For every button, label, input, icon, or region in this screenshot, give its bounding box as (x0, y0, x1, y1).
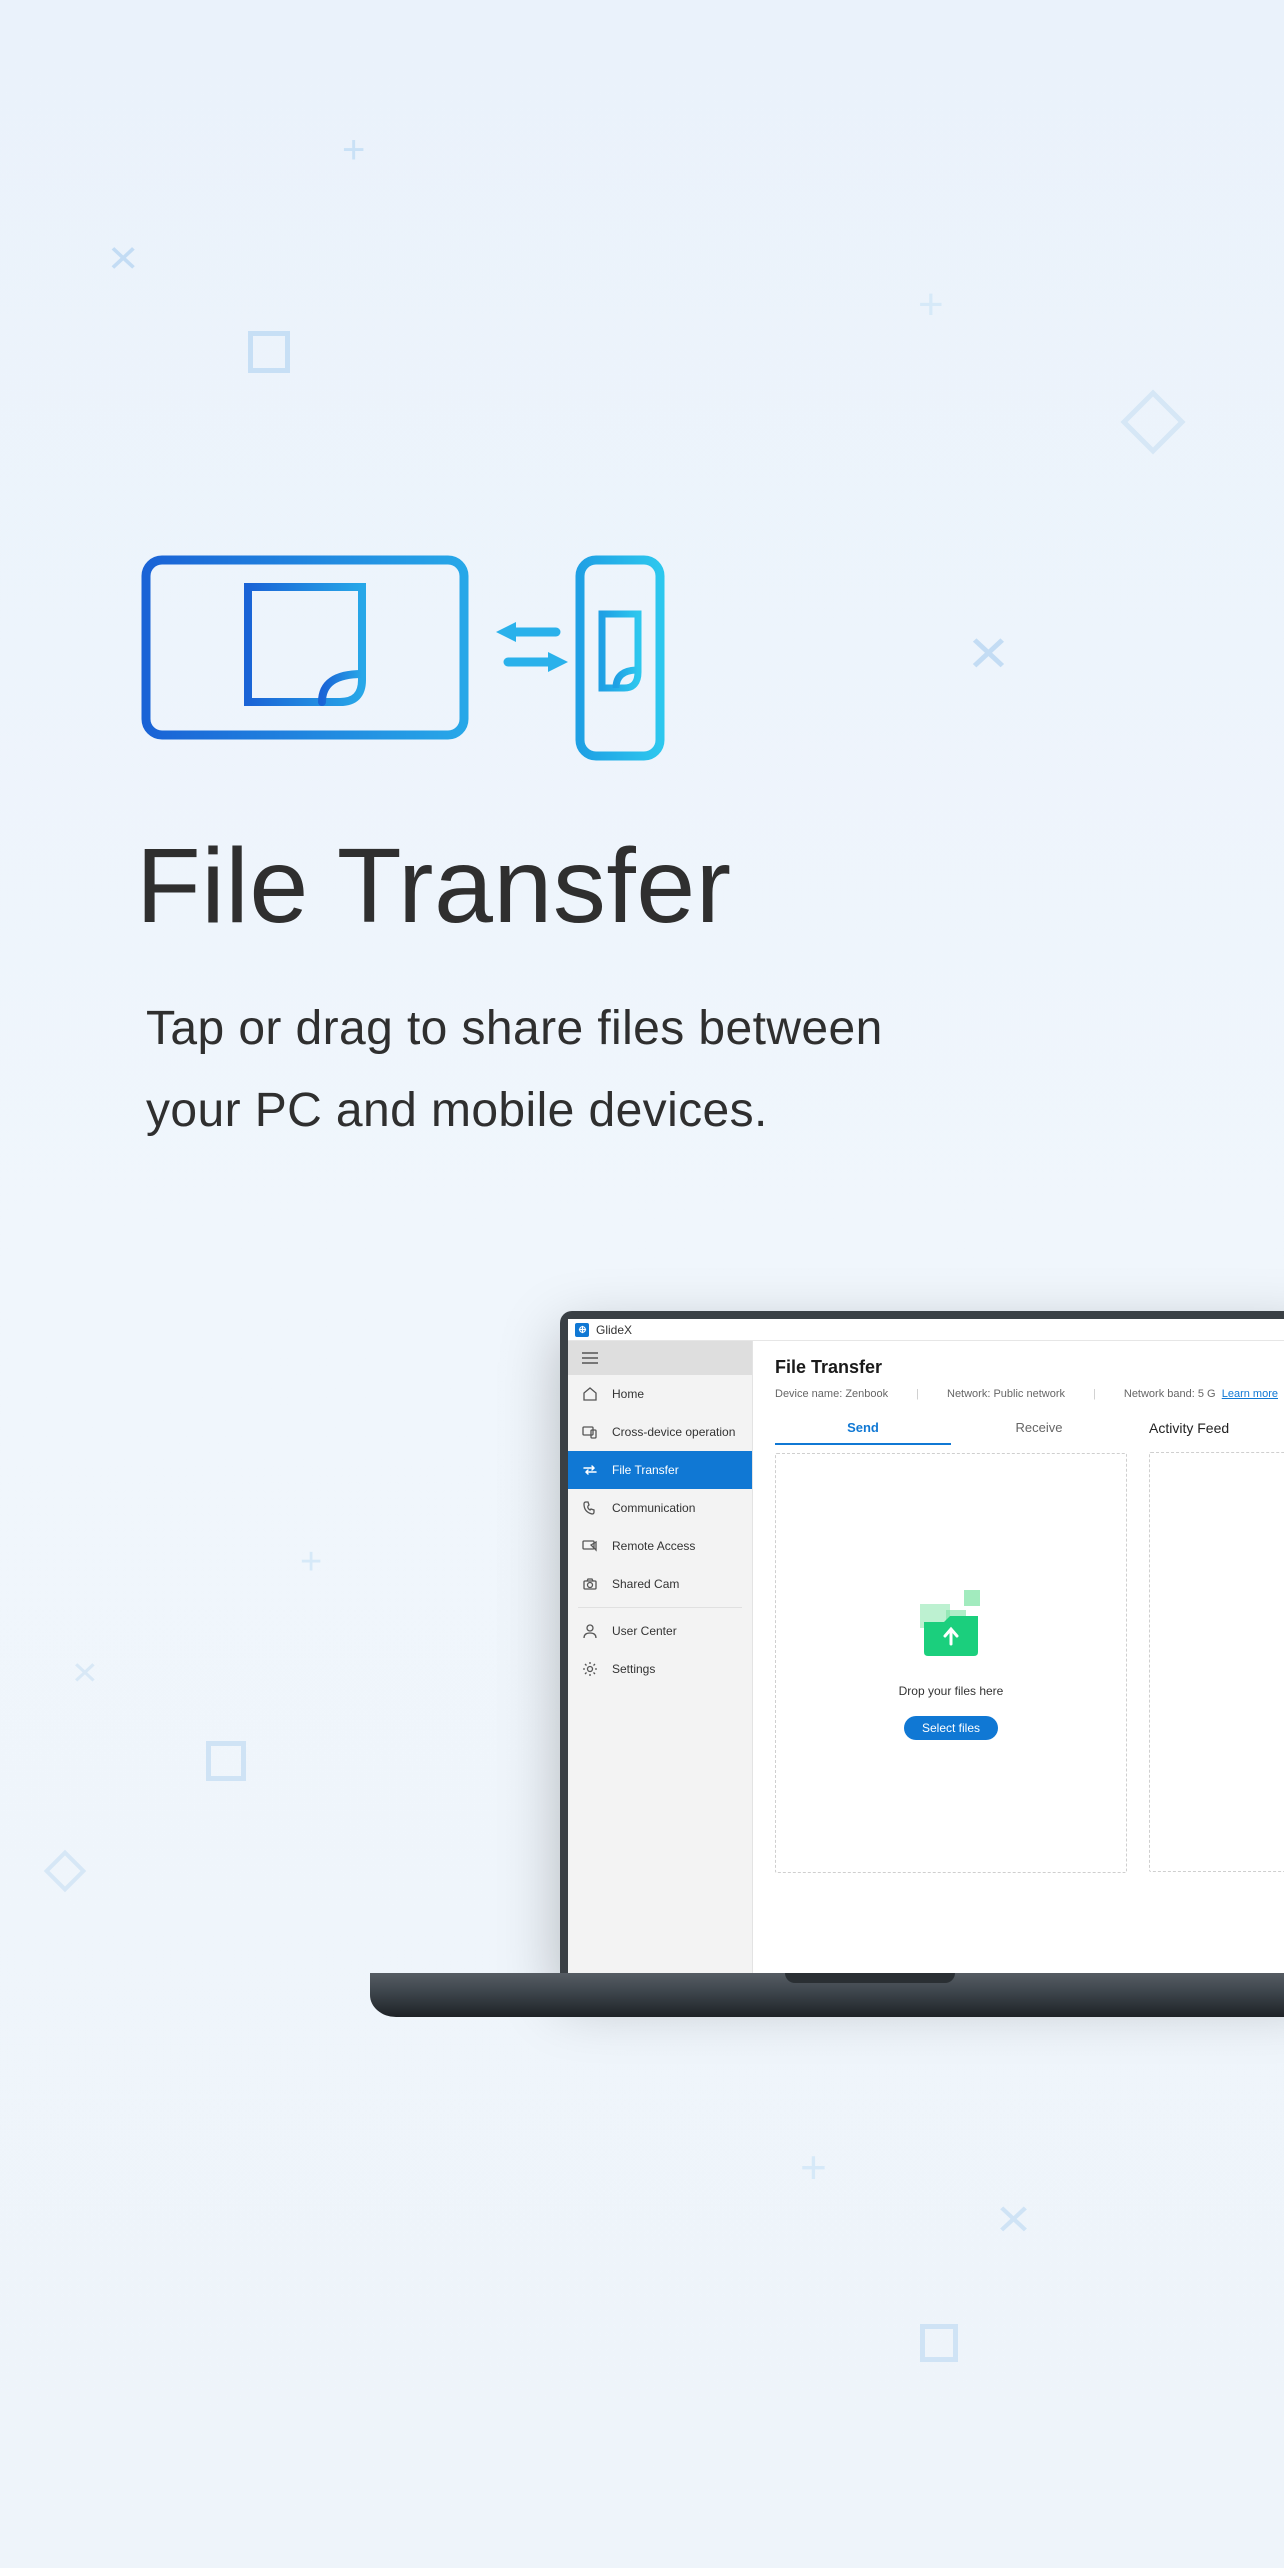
sidebar-item-communication[interactable]: Communication (568, 1489, 752, 1527)
upload-folder-icon (906, 1586, 996, 1666)
devices-icon (582, 1424, 598, 1440)
decoration-square (248, 331, 290, 373)
decoration-square (920, 2324, 958, 2362)
phone-icon (582, 1500, 598, 1516)
sidebar-item-label: File Transfer (612, 1463, 679, 1477)
select-files-button[interactable]: Select files (904, 1716, 998, 1740)
decoration-square (206, 1741, 246, 1781)
device-info-row: Device name: Zenbook | Network: Public n… (775, 1388, 1284, 1400)
file-transfer-hero-icon (128, 552, 668, 767)
decoration-diamond (1120, 389, 1185, 454)
decoration-x: × (108, 230, 138, 286)
transfer-tabs: Send Receive (775, 1414, 1127, 1445)
window-title: GlideX (596, 1323, 632, 1337)
sidebar-divider (578, 1607, 742, 1608)
decoration-x: × (968, 615, 1009, 689)
learn-more-link[interactable]: Learn more (1222, 1388, 1278, 1400)
sidebar-item-remote-access[interactable]: Remote Access (568, 1527, 752, 1565)
file-dropzone[interactable]: Drop your files here Select files (775, 1453, 1127, 1873)
sidebar-item-home[interactable]: Home (568, 1375, 752, 1413)
transfer-icon (582, 1462, 598, 1478)
window-titlebar: GlideX (568, 1319, 1284, 1341)
decoration-plus: + (300, 1541, 322, 1584)
sidebar-item-label: Shared Cam (612, 1577, 679, 1591)
laptop-mockup: GlideX Home Cross-de (560, 1311, 1284, 2031)
laptop-base (370, 1973, 1284, 2017)
sidebar-item-label: Remote Access (612, 1539, 695, 1553)
user-icon (582, 1623, 598, 1639)
dropzone-text: Drop your files here (899, 1684, 1004, 1698)
decoration-plus: + (918, 280, 944, 330)
home-icon (582, 1386, 598, 1402)
sidebar-item-label: Home (612, 1387, 644, 1401)
tab-receive[interactable]: Receive (951, 1414, 1127, 1445)
decoration-plus: + (800, 2140, 827, 2194)
gear-icon (582, 1661, 598, 1677)
decoration-plus: + (342, 128, 365, 173)
sidebar-item-label: User Center (612, 1624, 677, 1638)
sidebar-item-shared-cam[interactable]: Shared Cam (568, 1565, 752, 1603)
sidebar-item-file-transfer[interactable]: File Transfer (568, 1451, 752, 1489)
sidebar-item-label: Communication (612, 1501, 695, 1515)
hamburger-menu-button[interactable] (568, 1341, 752, 1375)
sidebar-item-label: Settings (612, 1662, 655, 1676)
page-subtitle: Tap or drag to share files between your … (146, 988, 883, 1151)
activity-feed-panel (1149, 1452, 1284, 1872)
decoration-x: × (72, 1650, 98, 1697)
tab-send[interactable]: Send (775, 1414, 951, 1445)
decoration-diamond (44, 1850, 86, 1892)
sidebar-item-label: Cross-device operation (612, 1425, 735, 1439)
page-title: File Transfer (136, 826, 732, 947)
sidebar-item-user-center[interactable]: User Center (568, 1612, 752, 1650)
sidebar: Home Cross-device operation File Transfe… (568, 1341, 753, 1973)
sidebar-item-settings[interactable]: Settings (568, 1650, 752, 1688)
activity-feed-title: Activity Feed (1149, 1414, 1284, 1444)
decoration-x: × (996, 2186, 1031, 2250)
remote-icon (582, 1538, 598, 1554)
content-title: File Transfer (775, 1357, 1284, 1378)
app-logo-icon (575, 1323, 589, 1337)
camera-icon (582, 1576, 598, 1592)
sidebar-item-cross-device[interactable]: Cross-device operation (568, 1413, 752, 1451)
main-content: File Transfer Device name: Zenbook | Net… (753, 1341, 1284, 1973)
